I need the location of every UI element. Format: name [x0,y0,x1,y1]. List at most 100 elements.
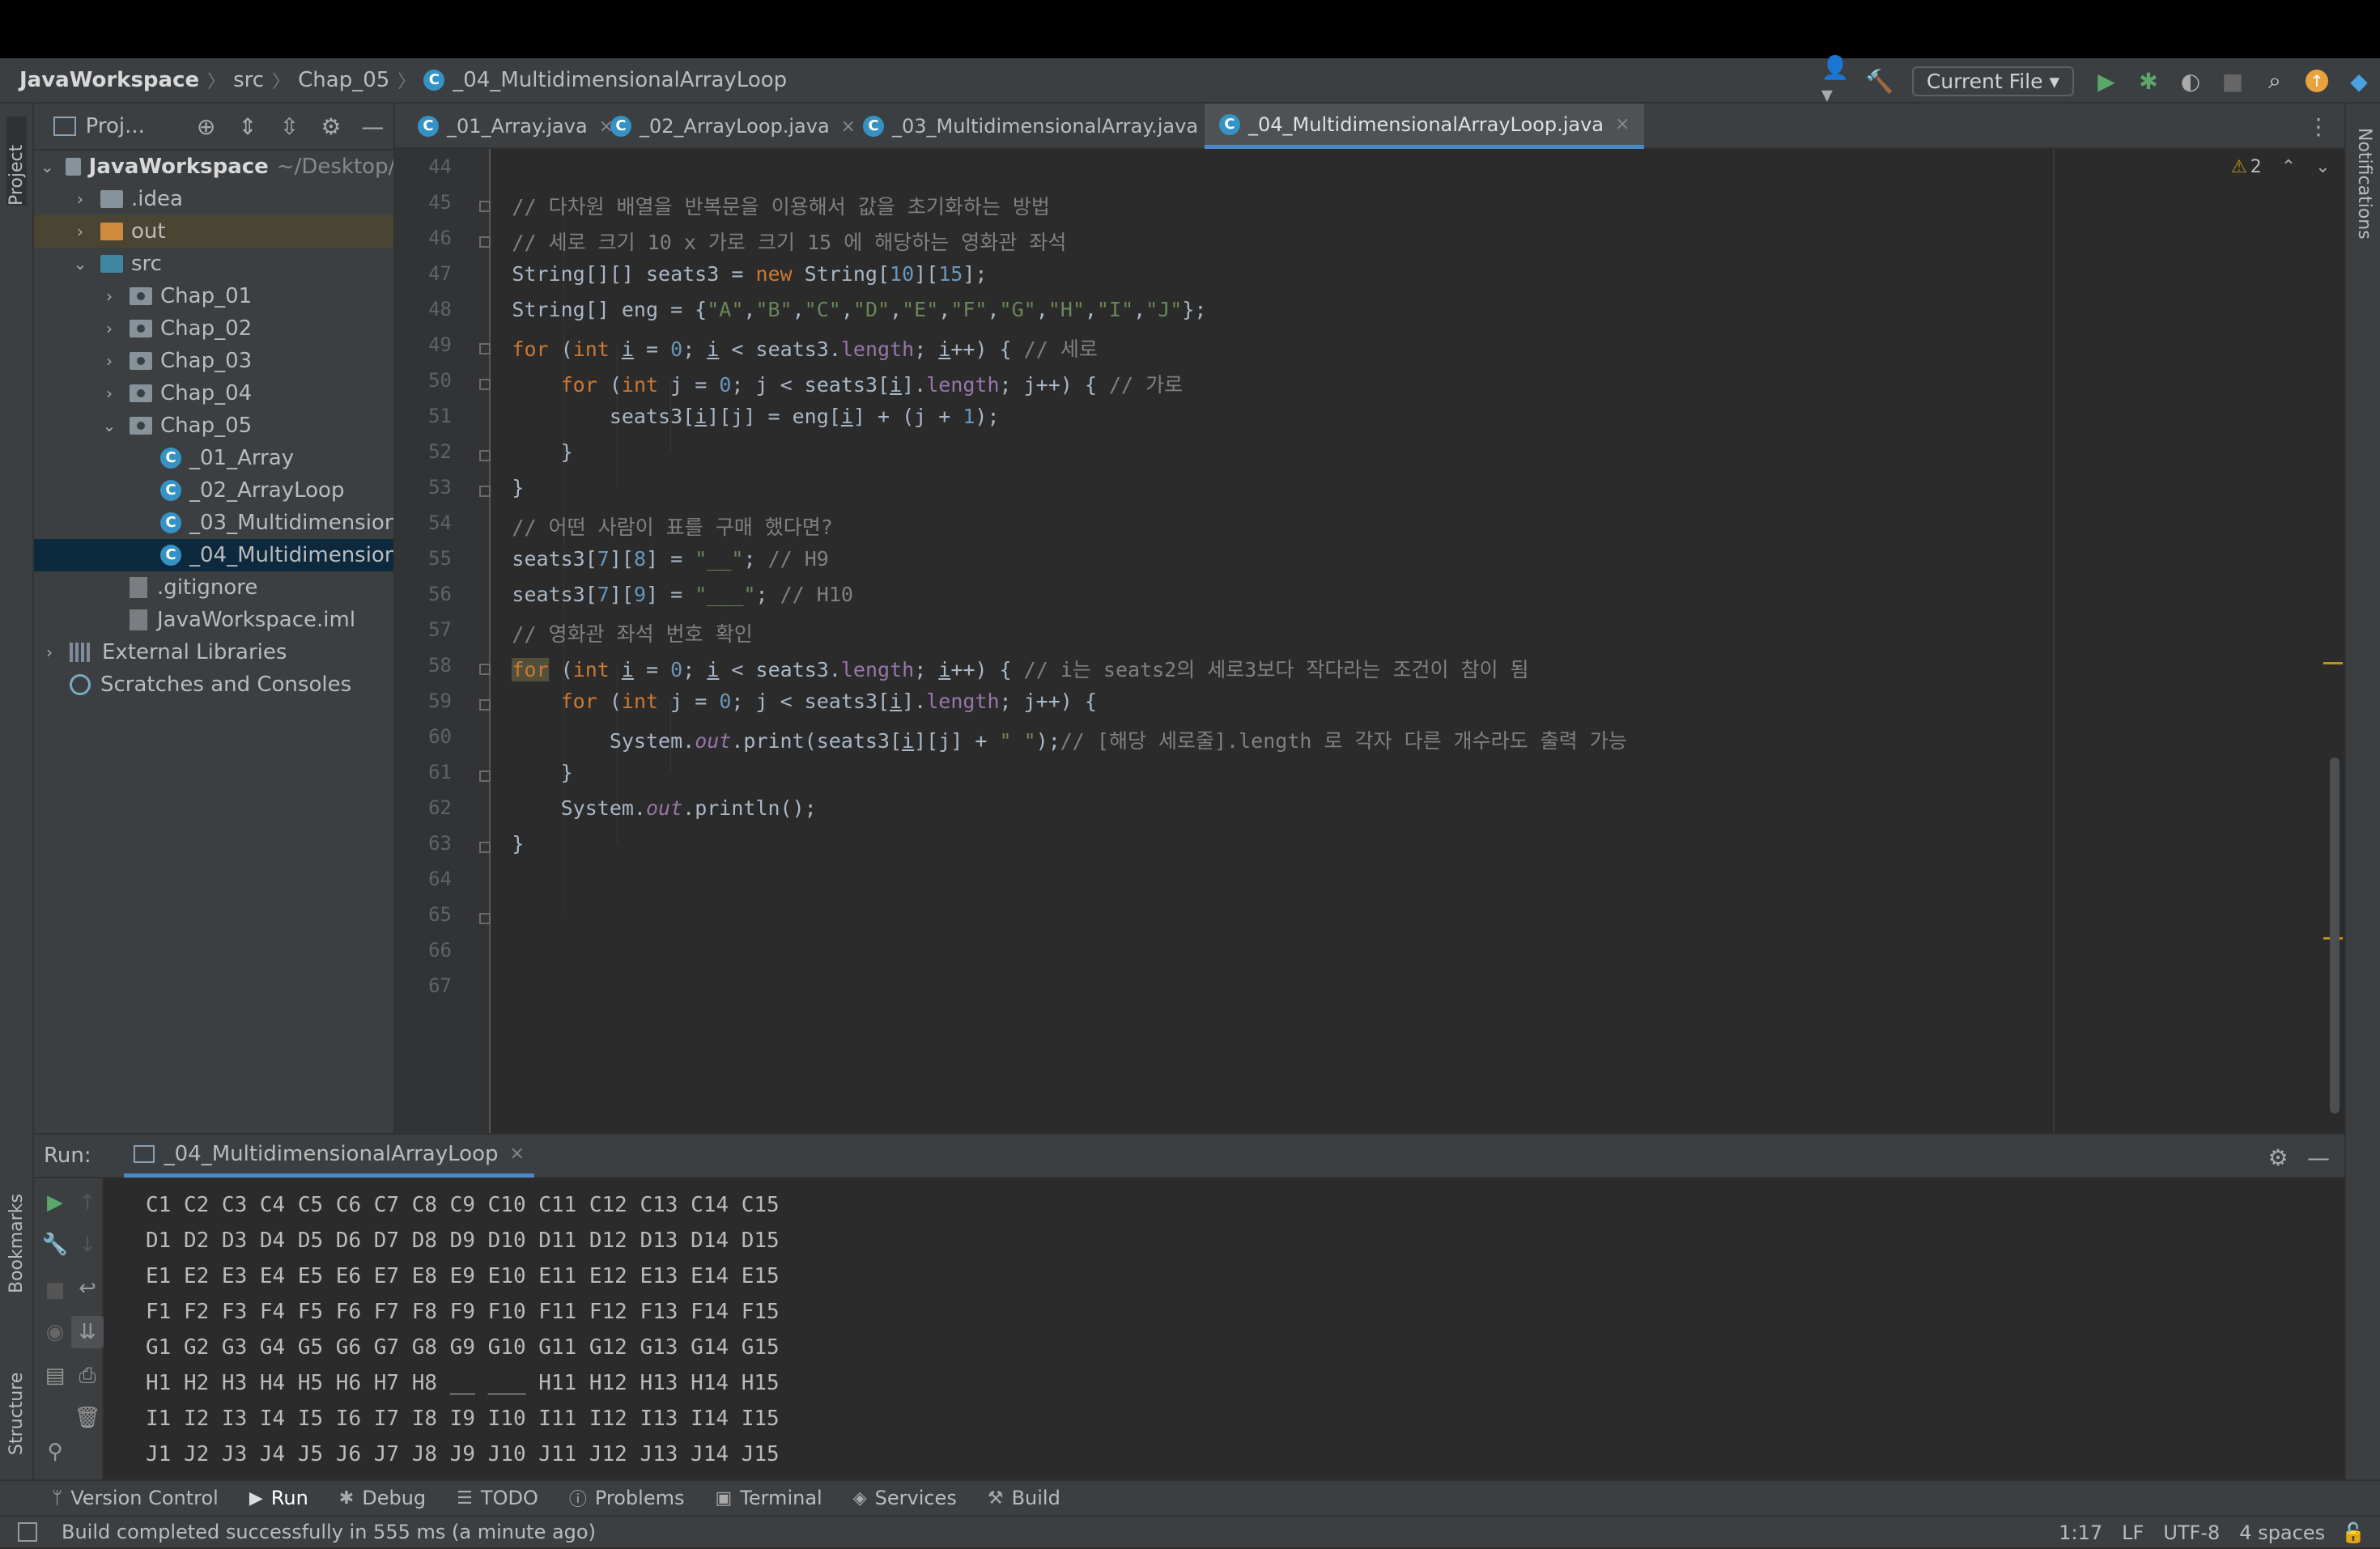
project-view-select[interactable]: Proj... [86,114,145,138]
breadcrumb-project[interactable]: JavaWorkspace [19,68,199,92]
tree-item-gitignore[interactable]: .gitignore [34,571,393,604]
tree-item-04-multidimensional[interactable]: C _04_Multidimensiona [34,539,393,571]
build-tool-button[interactable]: ⚒ Build [988,1487,1060,1509]
breadcrumb-file[interactable]: _04_MultidimensionalArrayLoop [453,68,787,92]
breadcrumb-chap05[interactable]: Chap_05 [298,68,389,92]
locate-icon[interactable]: ⊕ [190,110,222,142]
stop-icon[interactable]: ■ [2216,65,2249,97]
indent-setting[interactable]: 4 spaces [2239,1521,2325,1544]
tree-item-01-array[interactable]: C _01_Array [34,442,393,474]
camera-icon[interactable]: ◉ [39,1316,71,1348]
close-icon[interactable]: × [509,1144,524,1164]
scroll-to-end-icon[interactable]: ⇊ [71,1316,104,1348]
more-vertical-icon[interactable]: ⋮ [2302,110,2335,142]
fold-marker-icon[interactable] [479,770,491,782]
tree-item-chap05[interactable]: ⌄ Chap_05 [34,410,393,442]
search-icon[interactable]: ⌕ [2259,65,2291,97]
layout-icon[interactable]: ▤ [39,1360,71,1392]
warning-stripe-mark[interactable] [2323,662,2343,664]
fold-marker-icon[interactable] [479,450,491,461]
fold-marker-icon[interactable] [479,379,491,390]
line-number: 55 [428,547,452,570]
fold-marker-icon[interactable] [479,486,491,497]
wrench-icon[interactable]: 🔧 [39,1229,71,1261]
tree-item-idea[interactable]: › .idea [34,183,393,215]
tree-item-chap03[interactable]: › Chap_03 [34,345,393,377]
code-line: seats3[i][j] = eng[i] + (j + 1); [609,405,1000,428]
tree-item-chap01[interactable]: › Chap_01 [34,280,393,312]
gear-icon[interactable]: ⚙ [315,110,346,142]
arrow-up-icon[interactable]: ↑ [71,1186,104,1219]
rerun-icon[interactable]: ▶ [39,1186,71,1219]
tab-01-array[interactable]: C _01_Array.java × [403,104,628,149]
breadcrumb-src[interactable]: src [233,68,264,92]
bookmarks-tool-button[interactable]: Bookmarks [6,1180,27,1293]
debug-tool-button[interactable]: ✱ Debug [339,1487,426,1509]
fold-marker-icon[interactable] [479,201,491,212]
inspection-widget[interactable]: ⚠ 2 ⌃ ⌄ [2231,157,2331,177]
chevron-up-icon[interactable]: ⌃ [2281,157,2296,177]
tree-item-external-libraries[interactable]: › External Libraries [34,636,393,668]
file-encoding[interactable]: UTF-8 [2163,1521,2220,1544]
fold-marker-icon[interactable] [479,699,491,711]
run-tab[interactable]: _04_MultidimensionalArrayLoop × [123,1134,534,1178]
tree-item-scratches[interactable]: Scratches and Consoles [34,668,393,701]
collapse-all-icon[interactable]: ⇳ [274,110,305,142]
fold-marker-icon[interactable] [479,913,491,924]
tree-item-03-multidimensional[interactable]: C _03_Multidimensiona [34,507,393,539]
terminal-tool-button[interactable]: ▣ Terminal [715,1487,822,1509]
minimize-icon[interactable]: — [2302,1141,2335,1173]
fold-marker-icon[interactable] [479,842,491,853]
code-editor[interactable]: // 다차원 배열을 반복문을 이용해서 값을 초기화하는 방법 // 세로 크… [491,149,2053,1133]
version-control-tool-button[interactable]: ᛘ Version Control [52,1487,219,1509]
services-tool-button[interactable]: ◈ Services [853,1487,957,1509]
chevron-down-icon[interactable]: ⌄ [2315,157,2330,177]
print-icon[interactable]: ⎙ [71,1360,104,1392]
project-tool-button[interactable]: Project [6,117,27,206]
fold-marker-icon[interactable] [479,343,491,354]
todo-tool-button[interactable]: ☰ TODO [457,1487,538,1509]
status-message[interactable]: Build completed successfully in 555 ms (… [62,1521,596,1543]
run-tool-button[interactable]: ▶ Run [249,1487,308,1509]
debug-icon[interactable]: ✱ [2132,65,2165,97]
tab-02-arrayloop[interactable]: C _02_ArrayLoop.java × [596,104,870,149]
gear-icon[interactable]: ⚙ [2262,1141,2294,1173]
fold-marker-icon[interactable] [479,664,491,675]
pin-icon[interactable]: ⚲ [39,1436,71,1468]
tab-04-multidimensional-loop[interactable]: C _04_MultidimensionalArrayLoop.java × [1205,104,1645,149]
run-config-select[interactable]: Current File ▾ [1911,66,2074,96]
soft-wrap-icon[interactable]: ↩ [71,1272,104,1305]
run-icon[interactable]: ▶ [2090,65,2123,97]
editor-scrollbar[interactable] [2330,758,2340,1114]
arrow-down-icon[interactable]: ↓ [71,1229,104,1261]
console-icon [133,1144,155,1163]
run-panel-title: Run: [44,1144,91,1168]
tree-item-02-arrayloop[interactable]: C _02_ArrayLoop [34,474,393,507]
tab-03-multidimensional[interactable]: C _03_MultidimensionalArray.java × [848,104,1239,149]
tree-item-out[interactable]: › out [34,215,393,248]
console-output[interactable]: C1 C2 C3 C4 C5 C6 C7 C8 C9 C10 C11 C12 C… [104,1178,2344,1479]
jetbrains-logo-icon[interactable]: ◆ [2343,65,2375,97]
update-icon[interactable]: ↑ [2301,65,2333,97]
tree-item-chap04[interactable]: › Chap_04 [34,377,393,410]
tree-item-javaworkspace[interactable]: ⌄ JavaWorkspace ~/Desktop/J [34,151,393,183]
problems-tool-button[interactable]: ⓘ Problems [569,1485,685,1511]
line-ending[interactable]: LF [2122,1521,2144,1544]
toggle-tool-windows-icon[interactable] [18,1522,37,1542]
notifications-tool-button[interactable]: Notifications [2354,128,2374,290]
fold-marker-icon[interactable] [479,236,491,248]
structure-tool-button[interactable]: Structure [6,1350,27,1455]
tree-item-src[interactable]: ⌄ src [34,248,393,280]
caret-position[interactable]: 1:17 [2059,1521,2102,1544]
build-hammer-icon[interactable]: 🔨 [1864,65,1896,97]
coverage-icon[interactable]: ◐ [2174,65,2207,97]
close-icon[interactable]: × [1615,114,1630,134]
tree-item-iml[interactable]: JavaWorkspace.iml [34,604,393,636]
tree-item-chap02[interactable]: › Chap_02 [34,312,393,345]
minimize-icon[interactable]: — [357,110,389,142]
trash-icon[interactable]: 🗑 [71,1402,104,1434]
expand-all-icon[interactable]: ⇕ [232,110,263,142]
user-icon[interactable]: 👤▾ [1821,54,1854,108]
lock-icon[interactable]: 🔓 [2341,1521,2365,1544]
stop-icon[interactable]: ■ [39,1274,71,1306]
